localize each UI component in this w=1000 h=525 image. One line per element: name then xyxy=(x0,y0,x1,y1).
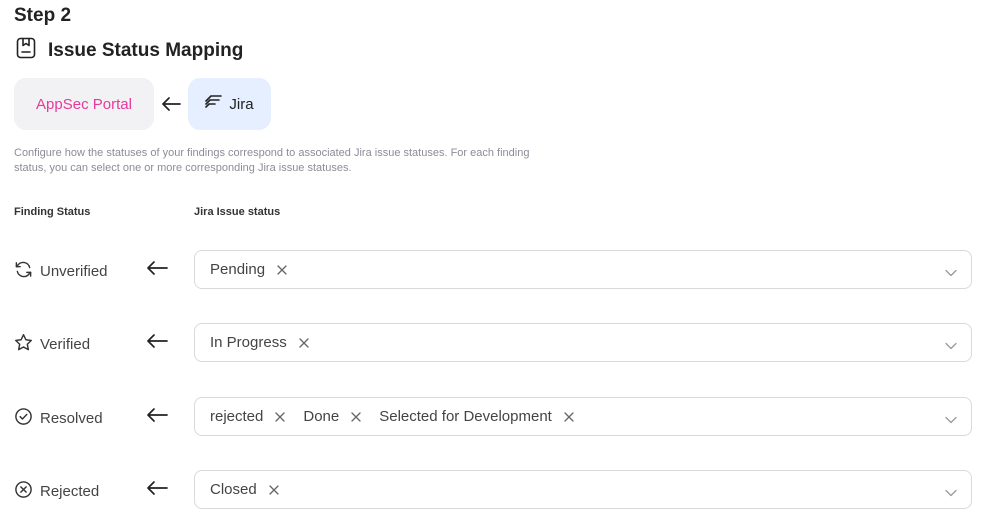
target-pill: Jira xyxy=(188,78,271,130)
finding-status: Unverified xyxy=(14,250,108,292)
mapping-row-rejected: Rejected Closed xyxy=(0,470,1000,512)
status-tag: In Progress xyxy=(210,334,309,351)
finding-status-label: Rejected xyxy=(40,482,100,500)
jira-icon xyxy=(205,94,223,114)
close-icon[interactable] xyxy=(269,484,279,495)
chevron-down-icon[interactable] xyxy=(945,337,957,355)
check-circle-icon xyxy=(14,407,33,430)
close-icon[interactable] xyxy=(275,411,286,422)
page-title: Issue Status Mapping xyxy=(48,39,244,61)
finding-status-header: Finding Status xyxy=(14,206,91,218)
finding-status-label: Unverified xyxy=(40,262,108,280)
finding-status-label: Verified xyxy=(40,335,91,353)
source-pill: AppSec Portal xyxy=(14,78,154,130)
finding-status-label: Resolved xyxy=(40,409,103,427)
page-title-row: Issue Status Mapping xyxy=(14,36,243,65)
tag-label: Selected for Development xyxy=(379,408,552,425)
arrow-left-icon xyxy=(146,333,168,354)
arrow-left-icon xyxy=(146,407,168,428)
mapping-row-resolved: Resolved rejected Done Selected for Deve… xyxy=(0,397,1000,439)
finding-status: Verified xyxy=(14,323,90,365)
close-icon[interactable] xyxy=(564,411,574,422)
tag-label: Closed xyxy=(210,481,257,498)
status-tag: Done xyxy=(303,408,361,425)
jira-status-select[interactable]: Pending xyxy=(194,250,972,289)
arrow-left-icon xyxy=(154,97,188,111)
status-tag: Closed xyxy=(210,481,279,498)
status-tag: Selected for Development xyxy=(379,408,574,425)
jira-status-select[interactable]: In Progress xyxy=(194,323,972,362)
status-tag: rejected xyxy=(210,408,286,425)
tag-label: rejected xyxy=(210,408,264,425)
description: Configure how the statuses of your findi… xyxy=(14,147,530,174)
clipboard-icon xyxy=(14,36,38,65)
tag-label: Done xyxy=(303,408,340,425)
tag-label: In Progress xyxy=(210,334,287,351)
tag-label: Pending xyxy=(210,261,266,278)
star-icon xyxy=(14,333,33,356)
jira-status-select[interactable]: rejected Done Selected for Development xyxy=(194,397,972,436)
integration-direction: AppSec Portal Jira xyxy=(14,78,271,130)
mapping-row-verified: Verified In Progress xyxy=(0,323,1000,365)
finding-status: Rejected xyxy=(14,470,99,512)
jira-status-header: Jira Issue status xyxy=(194,206,281,218)
close-icon[interactable] xyxy=(277,264,287,275)
refresh-icon xyxy=(14,260,33,283)
jira-status-select[interactable]: Closed xyxy=(194,470,972,509)
step-label: Step 2 xyxy=(14,5,72,26)
close-icon[interactable] xyxy=(351,411,361,422)
mapping-row-unverified: Unverified Pending xyxy=(0,250,1000,292)
close-icon[interactable] xyxy=(299,337,309,348)
chevron-down-icon[interactable] xyxy=(945,484,957,502)
finding-status: Resolved xyxy=(14,397,103,439)
target-label: Jira xyxy=(229,95,254,113)
arrow-left-icon xyxy=(146,480,168,501)
arrow-left-icon xyxy=(146,260,168,281)
x-circle-icon xyxy=(14,480,33,503)
chevron-down-icon[interactable] xyxy=(945,264,957,282)
status-tag: Pending xyxy=(210,261,287,278)
chevron-down-icon[interactable] xyxy=(945,411,957,429)
